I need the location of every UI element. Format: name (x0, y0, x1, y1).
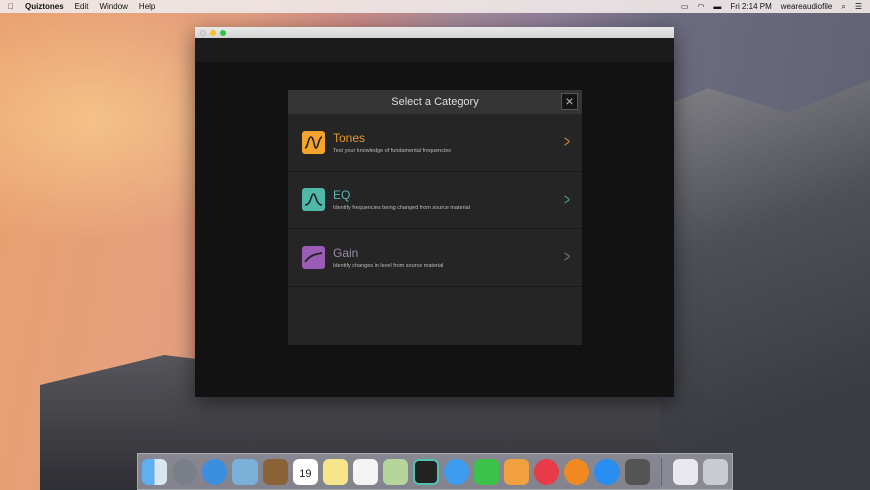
sine-wave-icon (302, 130, 325, 154)
category-title: Gain (333, 245, 359, 260)
menu-help[interactable]: Help (139, 2, 155, 11)
clock[interactable]: Fri 2:14 PM (730, 2, 771, 11)
category-dialog: Select a Category × Tones Test your knowl… (288, 90, 582, 345)
battery-icon[interactable]: ▬ (713, 2, 721, 11)
finder-icon[interactable] (142, 458, 168, 485)
app-window: Select a Category × Tones Test your knowl… (195, 27, 674, 397)
minimize-button[interactable] (210, 29, 216, 36)
itunes-icon[interactable] (534, 458, 560, 485)
notification-center-icon[interactable]: ☰ (855, 2, 862, 11)
spotlight-icon[interactable]: ⌕ (841, 2, 845, 12)
facetime-icon[interactable] (473, 458, 499, 485)
notes-icon[interactable] (322, 458, 349, 485)
category-title: Tones (333, 130, 366, 145)
wifi-icon[interactable]: ◠ (697, 2, 704, 11)
airplay-icon[interactable]: ▭ (681, 2, 689, 11)
downloads-stack-icon[interactable] (672, 458, 698, 485)
dialog-header: Select a Category × (288, 90, 582, 114)
dock: 19 (137, 453, 733, 490)
category-eq[interactable]: EQ Identify frequencies being changed fro… (288, 172, 582, 229)
chevron-right-icon: > (564, 247, 571, 266)
close-icon[interactable]: × (561, 93, 578, 110)
ibooks-icon[interactable] (564, 458, 590, 485)
calendar-icon[interactable]: 19 (292, 458, 318, 485)
app-store-icon[interactable] (594, 458, 620, 485)
system-preferences-icon[interactable] (624, 458, 650, 485)
quiztones-icon[interactable] (413, 458, 439, 485)
reminders-icon[interactable] (353, 458, 379, 485)
title-bar[interactable] (195, 27, 674, 38)
category-description: Identify changes in level from source ma… (333, 262, 444, 269)
maps-icon[interactable] (383, 458, 409, 485)
messages-icon[interactable] (443, 458, 469, 485)
category-title: EQ (333, 188, 351, 203)
menu-window[interactable]: Window (99, 2, 127, 11)
menu-edit[interactable]: Edit (75, 2, 89, 11)
menu-bar:  Quiztones Edit Window Help ▭ ◠ ▬ Fri 2… (0, 0, 870, 13)
dialog-title: Select a Category (391, 96, 479, 108)
gain-curve-icon (302, 245, 325, 269)
dock-separator (660, 457, 662, 486)
category-gain[interactable]: Gain Identify changes in level from sourc… (288, 229, 582, 287)
eq-bell-icon (302, 188, 325, 212)
chevron-right-icon: > (564, 132, 571, 151)
toolbar (195, 38, 674, 62)
mail-icon[interactable] (232, 458, 258, 485)
apple-icon[interactable]:  (8, 2, 14, 11)
zoom-button[interactable] (220, 29, 226, 36)
pages-icon[interactable] (504, 458, 530, 485)
menu-app[interactable]: Quiztones (25, 2, 64, 11)
close-window-button[interactable] (200, 29, 206, 36)
safari-icon[interactable] (202, 458, 228, 485)
category-description: Test your knowledge of fundamental frequ… (333, 147, 452, 154)
trash-icon[interactable] (702, 458, 729, 485)
category-tones[interactable]: Tones Test your knowledge of fundamental … (288, 114, 582, 172)
chevron-right-icon: > (564, 189, 571, 209)
category-description: Identify frequencies being changed from … (333, 205, 470, 212)
user-name[interactable]: weareaudiofile (781, 2, 833, 11)
contacts-icon[interactable] (262, 458, 288, 485)
launchpad-icon[interactable] (172, 458, 198, 485)
